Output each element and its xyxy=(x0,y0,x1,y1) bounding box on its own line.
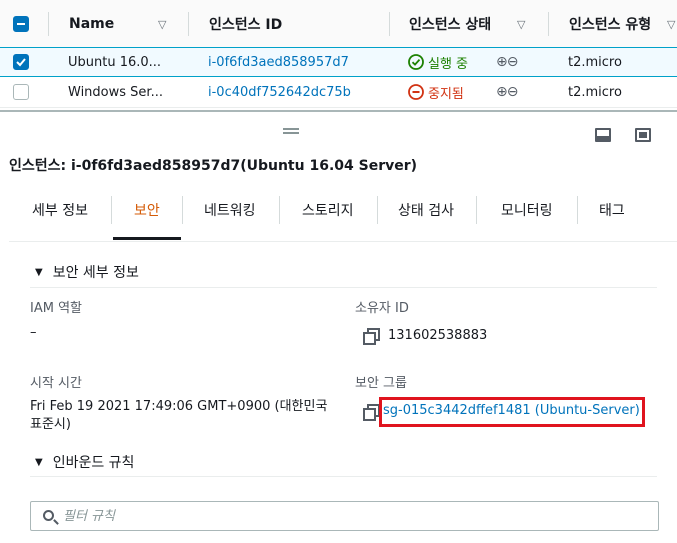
section-divider xyxy=(30,287,657,288)
column-header-name-label: Name xyxy=(69,16,115,32)
column-header-name[interactable]: Name xyxy=(69,0,114,48)
tab-networking[interactable]: 네트워킹 xyxy=(204,182,256,238)
owner-id-value: 131602538883 xyxy=(388,328,488,343)
instance-type: t2.micro xyxy=(568,54,622,70)
tab-security[interactable]: 보안 xyxy=(134,182,160,238)
column-header-type[interactable]: 인스턴스 유형 xyxy=(569,0,651,48)
tab-tags[interactable]: 태그 xyxy=(599,182,625,238)
search-icon xyxy=(43,510,54,521)
table-row[interactable]: Ubuntu 16.0... i-0f6fd3aed858957d7 실행 중 … xyxy=(0,47,677,77)
row-checkbox[interactable] xyxy=(13,54,29,70)
table-row[interactable]: Windows Ser... i-0c40df752642dc75b 중지됨 ⊕… xyxy=(0,78,677,108)
instance-name: Windows Ser... xyxy=(68,84,163,100)
launch-time-label: 시작 시간 xyxy=(30,376,82,391)
caret-down-icon[interactable]: ▽ xyxy=(667,0,675,48)
pane-bottom-icon[interactable] xyxy=(595,128,611,142)
pane-full-icon[interactable] xyxy=(635,128,651,142)
iam-role-label: IAM 역할 xyxy=(30,301,82,316)
instance-detail-pane: 인스턴스: i-0f6fd3aed858957d7(Ubuntu 16.04 S… xyxy=(0,110,677,543)
instance-type: t2.micro xyxy=(568,84,622,100)
instances-table: Name ▽ 인스턴스 ID 인스턴스 상태 ▽ 인스턴스 유형 ▽ Ubunt… xyxy=(0,0,677,108)
tab-details[interactable]: 세부 정보 xyxy=(32,182,88,238)
caret-down-icon[interactable]: ▽ xyxy=(158,0,166,48)
instance-id-link[interactable]: i-0f6fd3aed858957d7 xyxy=(208,48,349,76)
tab-divider xyxy=(111,196,112,224)
tab-divider xyxy=(279,196,280,224)
stop-circle-icon xyxy=(408,78,424,106)
zoom-in-out-icons[interactable]: ⊕⊖ xyxy=(496,48,518,76)
column-divider[interactable] xyxy=(389,12,390,36)
tab-divider xyxy=(377,196,378,224)
filter-rules-input[interactable] xyxy=(63,506,643,526)
column-header-state-label: 인스턴스 상태 xyxy=(409,17,492,33)
triangle-down-icon: ▼ xyxy=(35,266,43,278)
security-group-label: 보안 그룹 xyxy=(355,376,407,391)
section-divider xyxy=(30,476,657,477)
security-details-toggle[interactable]: ▼ 보안 세부 정보 xyxy=(35,262,139,282)
copy-icon[interactable] xyxy=(363,404,380,421)
copy-icon[interactable] xyxy=(363,328,380,345)
owner-id-label: 소유자 ID xyxy=(355,301,409,316)
active-tab-indicator xyxy=(113,237,181,240)
drag-handle-icon[interactable] xyxy=(283,128,299,134)
tab-status-checks[interactable]: 상태 검사 xyxy=(398,182,454,238)
zoom-in-out-icons[interactable]: ⊕⊖ xyxy=(496,78,518,106)
triangle-down-icon: ▼ xyxy=(35,456,43,468)
instance-detail-title: 인스턴스: i-0f6fd3aed858957d7(Ubuntu 16.04 S… xyxy=(9,158,418,174)
filter-rules-field[interactable] xyxy=(30,501,659,531)
select-all-checkbox[interactable] xyxy=(13,16,29,32)
instance-name: Ubuntu 16.0... xyxy=(68,54,162,70)
column-header-state[interactable]: 인스턴스 상태 xyxy=(409,0,491,48)
tab-divider xyxy=(577,196,578,224)
instance-state: 실행 중 xyxy=(428,56,469,72)
tab-storage[interactable]: 스토리지 xyxy=(302,182,354,238)
check-circle-icon xyxy=(408,48,424,76)
table-header: Name ▽ 인스턴스 ID 인스턴스 상태 ▽ 인스턴스 유형 ▽ xyxy=(0,0,677,48)
tab-divider xyxy=(476,196,477,224)
instance-state: 중지됨 xyxy=(428,86,464,102)
column-header-instance-id-label: 인스턴스 ID xyxy=(209,17,283,33)
column-divider[interactable] xyxy=(188,12,189,36)
instance-id-link[interactable]: i-0c40df752642dc75b xyxy=(208,78,351,106)
caret-down-icon[interactable]: ▽ xyxy=(517,0,525,48)
inbound-rules-toggle[interactable]: ▼ 인바운드 규칙 xyxy=(35,452,134,472)
column-divider[interactable] xyxy=(548,12,549,36)
security-details-heading: 보안 세부 정보 xyxy=(52,265,139,281)
highlight-box xyxy=(379,397,645,427)
inbound-rules-heading: 인바운드 규칙 xyxy=(52,455,135,471)
checkmark-icon xyxy=(16,58,26,67)
iam-role-value: – xyxy=(30,325,37,340)
column-divider[interactable] xyxy=(48,12,49,36)
row-checkbox[interactable] xyxy=(13,84,29,100)
tab-monitoring[interactable]: 모니터링 xyxy=(501,182,553,238)
column-header-instance-id[interactable]: 인스턴스 ID xyxy=(209,0,282,48)
column-header-type-label: 인스턴스 유형 xyxy=(569,17,652,33)
tab-divider xyxy=(182,196,183,224)
launch-time-value: Fri Feb 19 2021 17:49:06 GMT+0900 (대한민국 … xyxy=(30,399,328,432)
detail-tabs: 세부 정보 보안 네트워킹 스토리지 상태 검사 모니터링 태그 xyxy=(9,182,677,242)
